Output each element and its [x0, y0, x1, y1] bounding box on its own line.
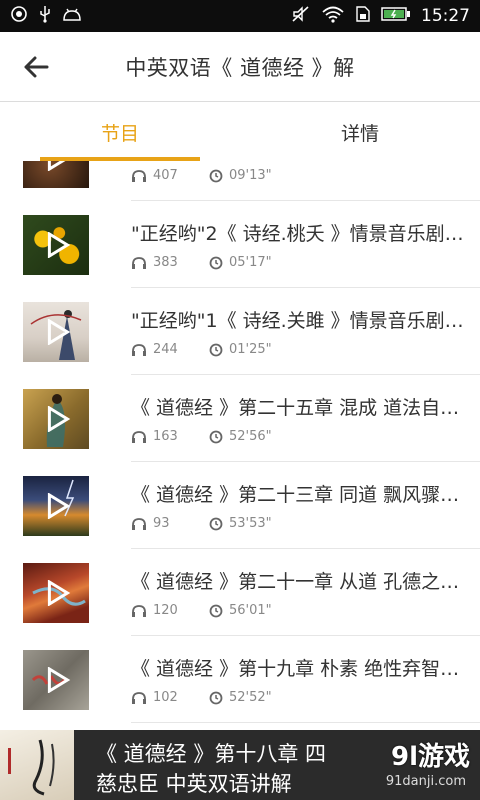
list-item[interactable]: 《 道德经 》第十九章 朴素 绝性弃智… 102 52'52" [0, 636, 480, 723]
clock: 15:27 [421, 6, 470, 26]
watermark-url: 91danji.com [385, 774, 466, 789]
banner-title-line1: 《 道德经 》第十八章 四 [96, 742, 327, 766]
episode-meta: 102 52'52" [131, 690, 272, 705]
album-cover [0, 730, 74, 800]
list-item[interactable]: 《 道德经 》第二十五章 混成 道法自… 163 52'56" [0, 375, 480, 462]
tab-programs[interactable]: 节目 [0, 103, 240, 161]
clock-icon [209, 691, 223, 704]
now-playing-banner[interactable]: 《 道德经 》第十八章 四 慈忠臣 中英双语讲解 9l游戏 91danji.co… [0, 730, 480, 800]
wifi-icon [321, 5, 345, 27]
tab-details-label: 详情 [340, 122, 379, 145]
android-icon [62, 6, 82, 26]
watermark-logo: 9l游戏 [390, 742, 470, 772]
duration: 01'25" [229, 342, 272, 357]
play-icon [47, 406, 71, 432]
arrow-left-icon [24, 56, 49, 78]
clock-icon [209, 343, 223, 356]
app-header: 中英双语《 道德经 》解 [0, 32, 480, 102]
duration: 52'56" [229, 429, 272, 444]
play-count: 407 [153, 168, 178, 183]
list-item[interactable]: 《 道德经 》第二十三章 同道 飘风骤… 93 53'53" [0, 462, 480, 549]
episode-thumbnail [23, 302, 89, 362]
headphones-icon [132, 691, 146, 704]
episode-thumbnail [23, 215, 89, 275]
episode-meta: 120 56'01" [131, 603, 272, 618]
play-count: 163 [153, 429, 178, 444]
headphones-icon [132, 343, 146, 356]
episode-title: 《 道德经 》第二十五章 混成 道法自… [131, 397, 460, 419]
mute-icon [291, 5, 311, 27]
page-title: 中英双语《 道德经 》解 [125, 55, 355, 80]
play-icon [47, 161, 66, 171]
divider [131, 722, 480, 723]
episode-title: "正经哟"2《 诗经.桃夭 》情景音乐剧… [131, 223, 464, 245]
battery-icon [381, 6, 411, 26]
duration: 52'52" [229, 690, 272, 705]
duration: 53'53" [229, 516, 272, 531]
tab-details[interactable]: 详情 [240, 103, 480, 161]
episode-title: "正经哟"1《 诗经.关雎 》情景音乐剧… [131, 310, 464, 332]
episode-title: 《 道德经 》第二十一章 从道 孔德之… [131, 571, 460, 593]
episode-meta: 163 52'56" [131, 429, 272, 444]
episode-meta: 407 09'13" [131, 168, 272, 183]
episode-thumbnail [23, 161, 89, 188]
headphones-icon [132, 604, 146, 617]
tab-programs-label: 节目 [100, 122, 139, 145]
duration: 56'01" [229, 603, 272, 618]
play-icon [47, 667, 71, 693]
list-item[interactable]: 《 道德经 》第二十一章 从道 孔德之… 120 56'01" [0, 549, 480, 636]
list-item[interactable]: 407 09'13" [0, 161, 480, 201]
list-item[interactable]: "正经哟"1《 诗经.关雎 》情景音乐剧… 244 01'25" [0, 288, 480, 375]
headphones-icon [132, 517, 146, 530]
status-bar: 15:27 [0, 0, 480, 32]
headphones-icon [132, 169, 146, 182]
sim-icon [355, 5, 371, 27]
status-right: 15:27 [291, 5, 470, 27]
clock-icon [209, 430, 223, 443]
headphones-icon [132, 256, 146, 269]
episode-thumbnail [23, 650, 89, 710]
play-icon [47, 232, 71, 258]
clock-icon [209, 256, 223, 269]
tab-bar: 节目 详情 [0, 103, 480, 161]
episode-meta: 383 05'17" [131, 255, 272, 270]
episode-title: 《 道德经 》第十九章 朴素 绝性弃智… [131, 658, 460, 680]
play-count: 120 [153, 603, 178, 618]
play-count: 383 [153, 255, 178, 270]
list-item[interactable]: "正经哟"2《 诗经.桃夭 》情景音乐剧… 383 05'17" [0, 201, 480, 288]
site-watermark: 9l游戏 91danji.com [352, 736, 470, 796]
episode-meta: 93 53'53" [131, 516, 272, 531]
notification-icon [10, 5, 28, 27]
headphones-icon [132, 430, 146, 443]
clock-icon [209, 169, 223, 182]
clock-icon [209, 604, 223, 617]
duration: 09'13" [229, 168, 272, 183]
duration: 05'17" [229, 255, 272, 270]
episode-list[interactable]: 407 09'13" "正经哟"2《 诗经.桃夭 》情景音乐剧… 383 05'… [0, 161, 480, 730]
play-count: 244 [153, 342, 178, 357]
episode-thumbnail [23, 476, 89, 536]
episode-thumbnail [23, 389, 89, 449]
play-icon [47, 319, 71, 345]
episode-meta: 244 01'25" [131, 342, 272, 357]
clock-icon [209, 517, 223, 530]
play-count: 93 [153, 516, 170, 531]
usb-icon [38, 5, 52, 27]
play-icon [47, 580, 71, 606]
status-left [10, 5, 82, 27]
back-button[interactable] [20, 52, 52, 82]
play-count: 102 [153, 690, 178, 705]
episode-title: 《 道德经 》第二十三章 同道 飘风骤… [131, 484, 460, 506]
episode-thumbnail [23, 563, 89, 623]
banner-title-line2: 慈忠臣 中英双语讲解 [96, 772, 292, 796]
play-icon [47, 493, 71, 519]
album-cover-art [8, 739, 55, 796]
